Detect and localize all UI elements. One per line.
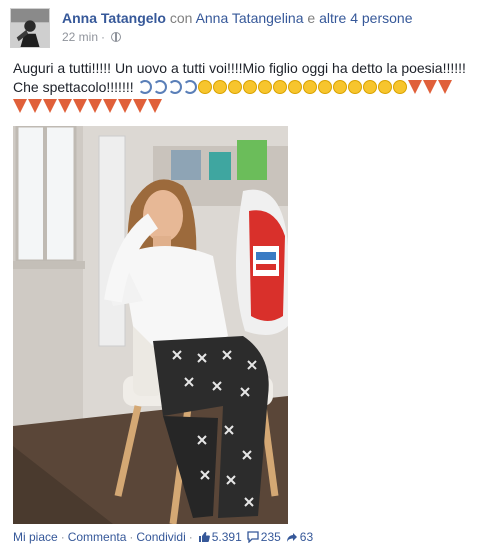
emoji-row-line3 bbox=[13, 99, 162, 113]
photo-illustration bbox=[13, 126, 288, 524]
smiley-emoji-icon bbox=[332, 80, 347, 94]
smiley-emoji-icon bbox=[392, 80, 407, 94]
smiley-emoji-icon bbox=[227, 80, 242, 94]
globe-icon[interactable] bbox=[111, 32, 122, 42]
author-avatar[interactable] bbox=[10, 8, 50, 48]
comments-stat[interactable]: 235 bbox=[247, 530, 281, 544]
others-link[interactable]: altre 4 persone bbox=[319, 10, 412, 26]
party-popper-emoji-icon bbox=[73, 99, 87, 113]
smiley-emoji-icon bbox=[317, 80, 332, 94]
party-popper-emoji-icon bbox=[148, 99, 162, 113]
post-time[interactable]: 22 min bbox=[62, 30, 98, 44]
like-button[interactable]: Mi piace bbox=[13, 530, 58, 544]
author-name-link[interactable]: Anna Tatangelo bbox=[62, 10, 166, 26]
smiley-emoji-icon bbox=[347, 80, 362, 94]
crescent-moon-emoji-icon bbox=[167, 80, 182, 94]
thumbs-up-icon bbox=[198, 532, 210, 542]
crescent-moon-emoji-icon bbox=[137, 80, 152, 94]
smiley-emoji-icon bbox=[377, 80, 392, 94]
smiley-emoji-icon bbox=[287, 80, 302, 94]
meta-dot: · bbox=[101, 30, 106, 44]
party-popper-emoji-icon bbox=[58, 99, 72, 113]
post-text-line2: Che spettacolo!!!!!!! bbox=[13, 79, 134, 95]
party-popper-emoji-icon bbox=[118, 99, 132, 113]
post-text-line2-wrap: Che spettacolo!!!!!!! bbox=[13, 78, 473, 97]
shares-count: 63 bbox=[299, 530, 314, 544]
smiley-emoji-icon bbox=[362, 80, 377, 94]
post-text-line3-wrap bbox=[13, 97, 473, 116]
post-body: Auguri a tutti!!!!! Un uovo a tutti voi!… bbox=[13, 59, 473, 116]
party-popper-emoji-icon bbox=[43, 99, 57, 113]
footer-sep-1: · bbox=[60, 530, 65, 544]
comment-icon bbox=[247, 531, 259, 543]
post-meta: 22 min · bbox=[62, 30, 122, 44]
likes-count: 5.391 bbox=[211, 530, 242, 544]
footer-sep-2: · bbox=[129, 530, 134, 544]
comment-button[interactable]: Commenta bbox=[68, 530, 127, 544]
party-popper-emoji-icon bbox=[133, 99, 147, 113]
smiley-emoji-icon bbox=[302, 80, 317, 94]
smiley-emoji-icon bbox=[212, 80, 227, 94]
tagged-user-link[interactable]: Anna Tatangelina bbox=[196, 10, 304, 26]
smiley-emoji-icon bbox=[257, 80, 272, 94]
smiley-emoji-icon bbox=[242, 80, 257, 94]
emoji-row-line2 bbox=[137, 80, 452, 94]
party-popper-emoji-icon bbox=[13, 99, 27, 113]
post-title: Anna Tatangelo con Anna Tatangelina e al… bbox=[62, 10, 413, 26]
party-popper-emoji-icon bbox=[437, 80, 452, 94]
post-footer: Mi piace · Commenta · Condividi · 5.391 … bbox=[13, 530, 313, 544]
shares-stat[interactable]: 63 bbox=[286, 530, 313, 544]
comments-count: 235 bbox=[260, 530, 281, 544]
post-text-line1: Auguri a tutti!!!!! Un uovo a tutti voi!… bbox=[13, 60, 466, 76]
crescent-moon-emoji-icon bbox=[152, 80, 167, 94]
share-arrow-icon bbox=[286, 533, 297, 542]
with-word: con bbox=[169, 10, 193, 26]
smiley-emoji-icon bbox=[197, 80, 212, 94]
party-popper-emoji-icon bbox=[103, 99, 117, 113]
avatar-image bbox=[11, 9, 49, 47]
share-button[interactable]: Condividi bbox=[136, 530, 185, 544]
party-popper-emoji-icon bbox=[28, 99, 42, 113]
crescent-moon-emoji-icon bbox=[182, 80, 197, 94]
likes-stat[interactable]: 5.391 bbox=[198, 530, 242, 544]
post-header: Anna Tatangelo con Anna Tatangelina e al… bbox=[10, 8, 475, 48]
footer-sep-3: · bbox=[188, 530, 193, 544]
party-popper-emoji-icon bbox=[88, 99, 102, 113]
and-word: e bbox=[307, 10, 316, 26]
smiley-emoji-icon bbox=[272, 80, 287, 94]
party-popper-emoji-icon bbox=[422, 80, 437, 94]
party-popper-emoji-icon bbox=[407, 80, 422, 94]
post-photo[interactable] bbox=[13, 126, 288, 524]
